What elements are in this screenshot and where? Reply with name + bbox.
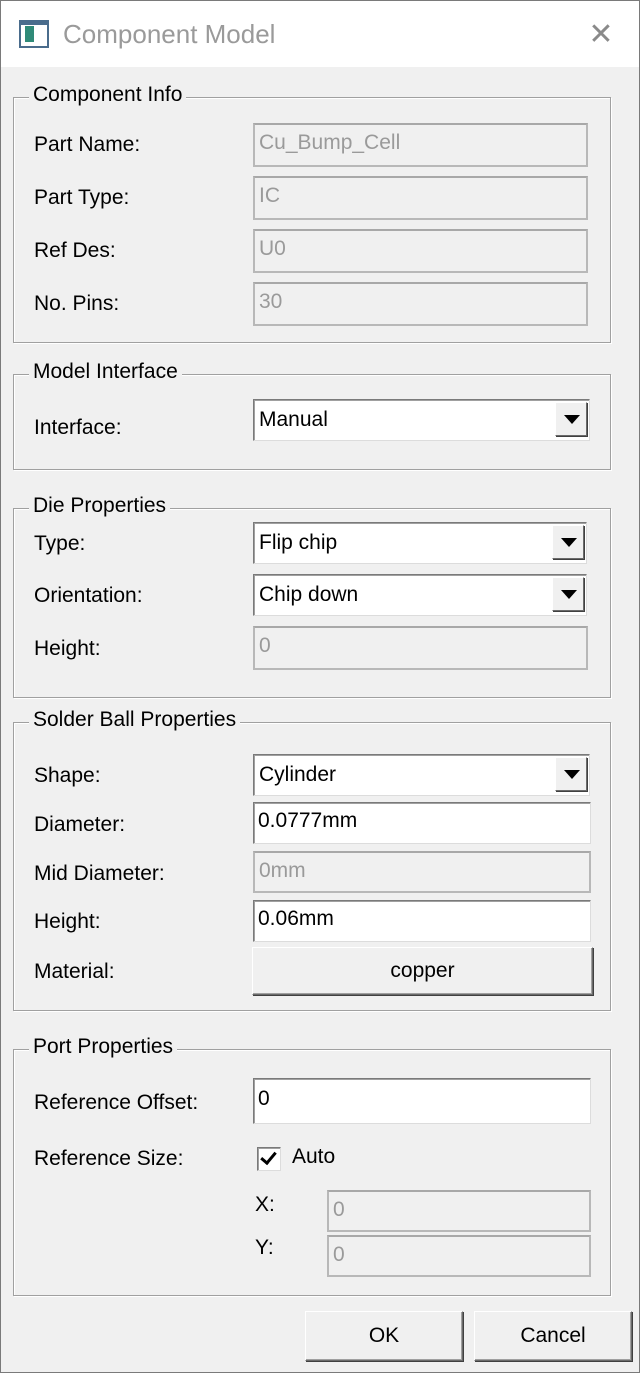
part-type-label: Part Type: [34, 186, 130, 209]
shape-value: Cylinder [259, 763, 337, 786]
part-name-label: Part Name: [34, 133, 141, 156]
interface-dropdown[interactable]: Manual [253, 399, 590, 441]
title-bar[interactable]: Component Model ✕ [1, 1, 639, 67]
ref-des-label: Ref Des: [34, 239, 116, 262]
component-info-legend: Component Info [29, 83, 187, 107]
no-pins-field: 30 [253, 282, 588, 326]
auto-checkbox-label[interactable]: Auto [292, 1145, 335, 1169]
mid-diameter-field: 0mm [253, 851, 591, 893]
interface-value: Manual [259, 408, 328, 431]
die-type-value: Flip chip [259, 531, 338, 554]
part-type-field: IC [253, 176, 588, 220]
diameter-label: Diameter: [34, 813, 126, 836]
orientation-label: Orientation: [34, 584, 143, 607]
solder-ball-legend: Solder Ball Properties [29, 708, 241, 732]
port-properties-group: Port Properties Reference Offset: 0 Refe… [13, 1035, 611, 1296]
solder-ball-group: Solder Ball Properties Shape: Cylinder D… [13, 708, 611, 1011]
chevron-down-icon[interactable] [552, 577, 584, 611]
model-interface-group: Model Interface Interface: Manual [13, 360, 611, 470]
cancel-button[interactable]: Cancel [474, 1311, 632, 1361]
chevron-down-icon[interactable] [552, 525, 584, 559]
port-properties-legend: Port Properties [29, 1035, 178, 1059]
die-height-field: 0 [253, 626, 588, 670]
material-button[interactable]: copper [252, 947, 593, 995]
interface-label: Interface: [34, 416, 122, 439]
reference-offset-label: Reference Offset: [34, 1091, 199, 1114]
app-window-icon [19, 20, 49, 48]
chevron-down-icon[interactable] [555, 757, 587, 791]
orientation-value: Chip down [259, 583, 359, 606]
x-label: X: [255, 1193, 275, 1216]
die-height-label: Height: [34, 637, 101, 660]
ok-button[interactable]: OK [305, 1311, 463, 1361]
x-field: 0 [327, 1190, 591, 1232]
die-type-dropdown[interactable]: Flip chip [253, 522, 587, 564]
die-properties-group: Die Properties Type: Flip chip Orientati… [13, 494, 611, 698]
solder-height-label: Height: [34, 910, 101, 933]
diameter-input[interactable]: 0.0777mm [253, 802, 591, 844]
ref-des-field: U0 [253, 229, 588, 273]
reference-offset-input[interactable]: 0 [253, 1078, 591, 1124]
material-label: Material: [34, 960, 115, 983]
orientation-dropdown[interactable]: Chip down [253, 574, 587, 616]
shape-dropdown[interactable]: Cylinder [253, 754, 590, 796]
y-label: Y: [255, 1236, 274, 1259]
die-properties-legend: Die Properties [29, 494, 171, 518]
mid-diameter-label: Mid Diameter: [34, 862, 165, 885]
reference-size-label: Reference Size: [34, 1147, 184, 1170]
close-icon[interactable]: ✕ [581, 15, 621, 55]
die-type-label: Type: [34, 532, 86, 555]
y-field: 0 [327, 1235, 591, 1277]
auto-checkbox[interactable] [257, 1147, 281, 1171]
no-pins-label: No. Pins: [34, 292, 120, 315]
window-title: Component Model [63, 19, 276, 49]
model-interface-legend: Model Interface [29, 360, 182, 384]
part-name-field: Cu_Bump_Cell [253, 123, 588, 167]
solder-height-input[interactable]: 0.06mm [253, 900, 591, 942]
chevron-down-icon[interactable] [555, 402, 587, 436]
component-model-dialog: Component Model ✕ Component Info Part Na… [0, 0, 640, 1373]
shape-label: Shape: [34, 764, 101, 787]
component-info-group: Component Info Part Name: Cu_Bump_Cell P… [13, 83, 611, 343]
